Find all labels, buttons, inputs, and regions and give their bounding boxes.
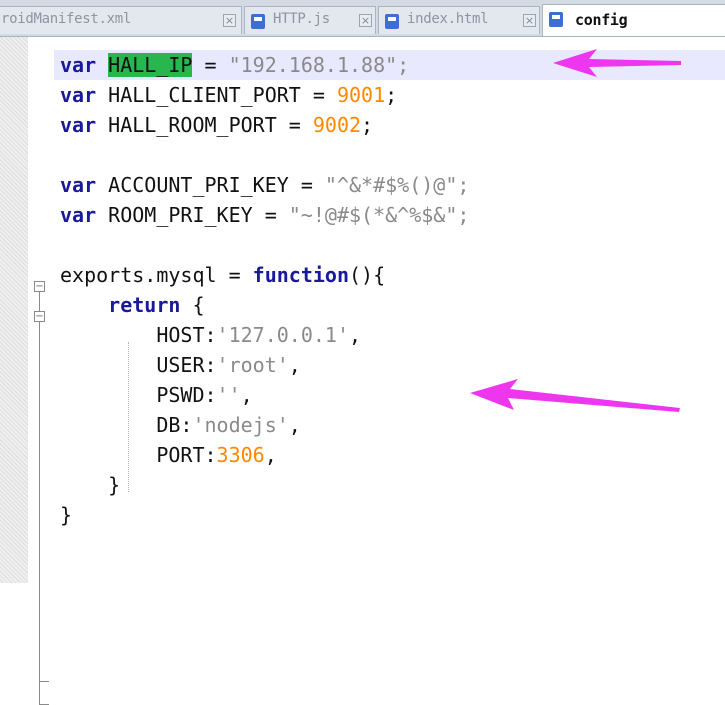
fold-collapse-icon[interactable]: − [34,311,45,322]
code-token: ; [361,113,374,137]
keyword-token: function [252,263,349,287]
code-line[interactable]: PORT:3306, [60,440,277,470]
code-token: { [180,293,205,317]
code-line[interactable]: } [60,500,72,530]
number-token: 9002 [312,113,362,137]
fold-collapse-icon[interactable]: − [34,281,45,292]
fold-range-line [39,322,40,704]
tab-label: roidManifest.xml [1,11,132,27]
code-token: , [264,443,277,467]
code-token: ACCOUNT_PRI_KEY = [96,173,325,197]
fold-end-marker [39,681,49,682]
code-line[interactable]: } [60,470,120,500]
keyword-token: var [60,113,97,137]
code-line[interactable]: HOST:'127.0.0.1', [60,320,361,350]
editor-tab-bar: roidManifest.xml × HTTP.js × index.html … [0,0,725,37]
code-token: HALL_CLIENT_PORT = [96,83,337,107]
file-save-icon [385,14,399,29]
keyword-token: var [60,203,97,227]
code-line[interactable]: var HALL_CLIENT_PORT = 9001; [60,80,397,110]
code-token: , [288,413,301,437]
code-token: } [60,503,73,527]
string-token: "^&*#$%()@"; [324,173,470,197]
code-token: HOST: [60,323,217,347]
annotation-arrow-hall-ip [553,49,681,77]
keyword-token: var [60,53,97,77]
file-save-icon [251,14,265,29]
string-token: 'root' [216,353,289,377]
fold-range-line [39,292,40,311]
tab-index-html[interactable]: index.html × [378,6,540,34]
close-icon[interactable]: × [223,14,236,27]
tab-label: index.html [407,11,489,27]
number-token: 9001 [336,83,386,107]
code-token: DB: [60,413,193,437]
code-line[interactable]: USER:'root', [60,350,301,380]
code-line[interactable]: return { [60,290,205,320]
number-token: 3306 [216,443,265,467]
code-token: , [240,383,253,407]
code-token: = [192,53,229,77]
code-line[interactable]: PSWD:'', [60,380,253,410]
string-token: '' [216,383,241,407]
keyword-token: var [60,83,97,107]
keyword-token: return [108,293,181,317]
tab-http-js[interactable]: HTTP.js × [244,6,376,34]
code-line[interactable]: var ROOM_PRI_KEY = "~!@#$(*&^%$&"; [60,200,469,230]
code-line[interactable]: var HALL_ROOM_PORT = 9002; [60,110,373,140]
tab-config-active[interactable]: config [542,4,725,36]
keyword-token: var [60,173,97,197]
tab-label: config [575,11,628,29]
code-line[interactable]: var ACCOUNT_PRI_KEY = "^&*#$%()@"; [60,170,469,200]
code-token: , [288,353,301,377]
tab-android-manifest[interactable]: roidManifest.xml × [0,6,242,34]
highlighted-token: HALL_IP [108,53,193,77]
string-token: "~!@#$(*&^%$&"; [288,203,470,227]
code-line[interactable]: DB:'nodejs', [60,410,301,440]
code-token: ROOM_PRI_KEY = [96,203,289,227]
close-icon[interactable]: × [359,14,372,27]
editor-margin [0,37,28,583]
tab-label: HTTP.js [273,11,330,27]
code-token: HALL_ROOM_PORT = [96,113,313,137]
code-token: PORT: [60,443,217,467]
code-token: , [349,323,362,347]
annotation-arrow-mysql-config [470,379,680,412]
code-token: USER: [60,353,217,377]
string-token: "192.168.1.88"; [228,53,410,77]
file-save-icon [549,12,563,27]
code-token: exports.mysql = [60,263,253,287]
string-token: '127.0.0.1' [216,323,349,347]
code-token: ; [385,83,398,107]
code-token: } [60,473,121,497]
code-token: (){ [348,263,386,287]
code-token: PSWD: [60,383,217,407]
code-line[interactable]: exports.mysql = function(){ [60,260,385,290]
string-token: 'nodejs' [192,413,289,437]
close-icon[interactable]: × [523,14,536,27]
